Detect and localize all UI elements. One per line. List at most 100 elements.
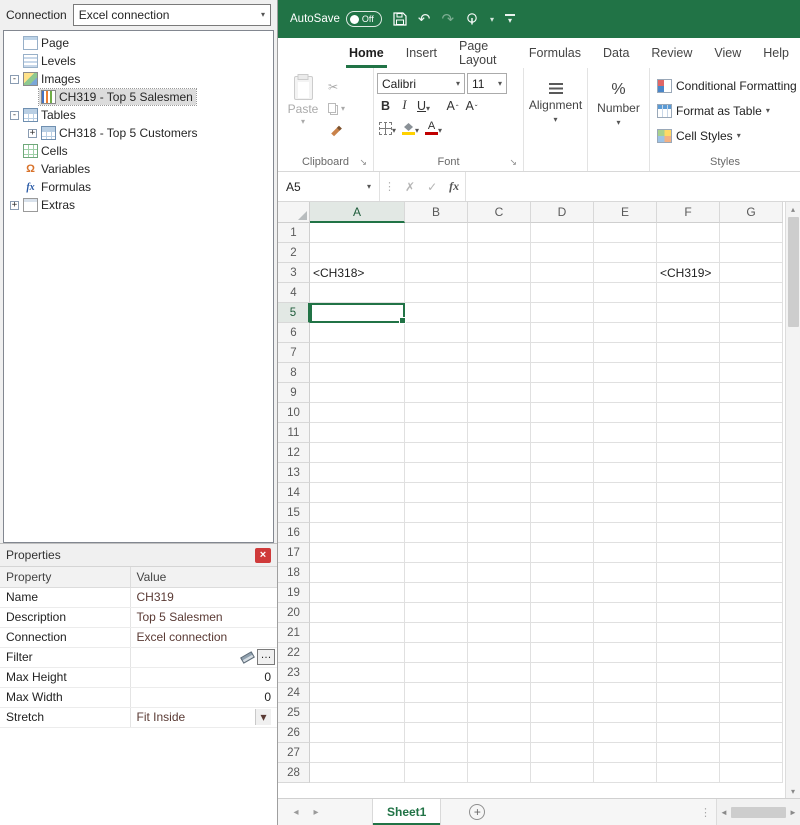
row-header-28[interactable]: 28 (278, 763, 310, 783)
cell-F25[interactable] (657, 703, 720, 723)
scroll-down-icon[interactable]: ▾ (786, 784, 800, 798)
ribbon-tab-help[interactable]: Help (752, 38, 800, 68)
ribbon-tab-page-layout[interactable]: Page Layout (448, 38, 518, 68)
cell-B13[interactable] (405, 463, 468, 483)
cell-C16[interactable] (468, 523, 531, 543)
tree-item-formulas[interactable]: fxFormulas (4, 178, 273, 196)
cell-A27[interactable] (310, 743, 405, 763)
chevron-down-icon[interactable]: ▾ (255, 709, 271, 725)
copy-button[interactable]: ▾ (325, 99, 348, 119)
cell-D12[interactable] (531, 443, 594, 463)
cell-C7[interactable] (468, 343, 531, 363)
increase-font-button[interactable]: Aˆ (444, 96, 461, 116)
chevron-down-icon[interactable]: ▾ (261, 11, 265, 19)
cell-F16[interactable] (657, 523, 720, 543)
tree-item-variables[interactable]: ΩVariables (4, 160, 273, 178)
ribbon-tab-insert[interactable]: Insert (395, 38, 448, 68)
row-header-21[interactable]: 21 (278, 623, 310, 643)
cell-F10[interactable] (657, 403, 720, 423)
scroll-right-icon[interactable]: ► (786, 799, 800, 825)
column-header-D[interactable]: D (531, 202, 594, 223)
row-header-27[interactable]: 27 (278, 743, 310, 763)
cell-G10[interactable] (720, 403, 783, 423)
cell-C10[interactable] (468, 403, 531, 423)
row-header-2[interactable]: 2 (278, 243, 310, 263)
tree-item-levels[interactable]: Levels (4, 52, 273, 70)
cell-F28[interactable] (657, 763, 720, 783)
cell-D6[interactable] (531, 323, 594, 343)
tree-item-ch318-top-5-customers[interactable]: +CH318 - Top 5 Customers (4, 124, 273, 142)
cell-B3[interactable] (405, 263, 468, 283)
cell-B26[interactable] (405, 723, 468, 743)
cell-D14[interactable] (531, 483, 594, 503)
cell-A22[interactable] (310, 643, 405, 663)
cell-D28[interactable] (531, 763, 594, 783)
enter-icon[interactable]: ✓ (421, 172, 443, 201)
cell-G13[interactable] (720, 463, 783, 483)
cell-C26[interactable] (468, 723, 531, 743)
cell-F21[interactable] (657, 623, 720, 643)
cell-F22[interactable] (657, 643, 720, 663)
collapse-icon[interactable]: - (10, 111, 19, 120)
add-sheet-button[interactable]: + (469, 804, 485, 820)
sheet-nav-right-icon[interactable]: ▸ (306, 799, 326, 825)
ribbon-tab-review[interactable]: Review (640, 38, 703, 68)
borders-button[interactable]: ▾ (377, 118, 398, 138)
property-row-description[interactable]: DescriptionTop 5 Salesmen (0, 607, 277, 627)
cell-A11[interactable] (310, 423, 405, 443)
cell-C23[interactable] (468, 663, 531, 683)
dialog-launcher-icon[interactable]: ↘ (359, 157, 367, 168)
expand-icon[interactable]: + (10, 201, 19, 210)
cell-E14[interactable] (594, 483, 657, 503)
tree-item-cells[interactable]: Cells (4, 142, 273, 160)
tree-item-images[interactable]: -Images (4, 70, 273, 88)
cell-E17[interactable] (594, 543, 657, 563)
cell-B25[interactable] (405, 703, 468, 723)
scrollbar-thumb[interactable] (788, 217, 799, 327)
property-value[interactable]: Fit Inside▾ (130, 707, 277, 727)
cell-B19[interactable] (405, 583, 468, 603)
cell-E6[interactable] (594, 323, 657, 343)
font-color-button[interactable]: A▾ (423, 118, 444, 138)
cell-E1[interactable] (594, 223, 657, 243)
cell-C2[interactable] (468, 243, 531, 263)
cell-F24[interactable] (657, 683, 720, 703)
sheet-nav-left-icon[interactable]: ◂ (286, 799, 306, 825)
cell-D8[interactable] (531, 363, 594, 383)
cell-B11[interactable] (405, 423, 468, 443)
cell-A20[interactable] (310, 603, 405, 623)
cell-G28[interactable] (720, 763, 783, 783)
cell-B17[interactable] (405, 543, 468, 563)
cell-C22[interactable] (468, 643, 531, 663)
cell-E20[interactable] (594, 603, 657, 623)
property-row-max-height[interactable]: Max Height0 (0, 667, 277, 687)
cell-F11[interactable] (657, 423, 720, 443)
cell-A26[interactable] (310, 723, 405, 743)
cell-B7[interactable] (405, 343, 468, 363)
cell-C19[interactable] (468, 583, 531, 603)
cell-G20[interactable] (720, 603, 783, 623)
eraser-icon[interactable] (240, 651, 255, 664)
cell-F17[interactable] (657, 543, 720, 563)
chevron-down-icon[interactable]: ▾ (490, 15, 494, 24)
cell-D19[interactable] (531, 583, 594, 603)
undo-icon[interactable]: ↶ (418, 12, 431, 27)
column-header-B[interactable]: B (405, 202, 468, 223)
cell-F27[interactable] (657, 743, 720, 763)
cell-C27[interactable] (468, 743, 531, 763)
cell-D21[interactable] (531, 623, 594, 643)
cell-F15[interactable] (657, 503, 720, 523)
cell-B20[interactable] (405, 603, 468, 623)
font-size-select[interactable]: 11 ▾ (467, 73, 507, 94)
property-row-name[interactable]: NameCH319 (0, 587, 277, 607)
cell-B18[interactable] (405, 563, 468, 583)
column-header-F[interactable]: F (657, 202, 720, 223)
format-painter-button[interactable] (325, 121, 348, 141)
cell-B10[interactable] (405, 403, 468, 423)
cell-E3[interactable] (594, 263, 657, 283)
row-header-14[interactable]: 14 (278, 483, 310, 503)
row-header-22[interactable]: 22 (278, 643, 310, 663)
cell-A19[interactable] (310, 583, 405, 603)
cell-C25[interactable] (468, 703, 531, 723)
redo-icon[interactable]: ↷ (441, 12, 454, 27)
